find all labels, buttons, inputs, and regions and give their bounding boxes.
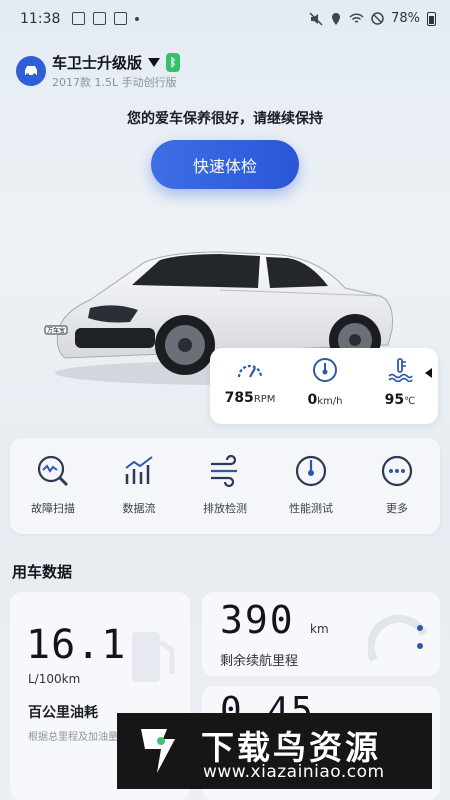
tool-label: 故障扫描 xyxy=(31,502,75,515)
gauge-coolant: 95℃ xyxy=(365,358,435,408)
fuel-description: 根据总里程及加油量 xyxy=(28,732,118,743)
range-unit: km xyxy=(310,622,329,636)
coolant-value: 95 xyxy=(384,392,405,408)
car-avatar[interactable] xyxy=(16,56,46,86)
quick-check-button[interactable]: 快速体检 xyxy=(151,140,299,189)
gauge-speed: 0km/h xyxy=(290,358,360,408)
location-icon xyxy=(332,12,341,25)
dropdown-triangle-icon xyxy=(148,58,161,67)
app-icon xyxy=(93,12,106,25)
watermark-url: www.xiazainiao.com xyxy=(203,762,385,782)
dnd-icon xyxy=(371,12,384,25)
tools-panel: 故障扫描 数据流 排放检测 性能测试 更多 xyxy=(10,438,440,534)
range-card[interactable]: 390 km 剩余续航里程 xyxy=(202,592,440,676)
car-model: 2017款 1.5L 手动创行版 xyxy=(52,76,177,89)
tool-label: 排放检测 xyxy=(203,502,247,515)
plate-text: 万车宝 xyxy=(47,327,65,335)
rpm-unit: RPM xyxy=(253,394,276,405)
tool-more[interactable]: 更多 xyxy=(354,454,440,516)
battery-icon xyxy=(427,11,436,26)
tool-label: 性能测试 xyxy=(289,502,333,515)
mute-icon xyxy=(309,11,323,26)
wifi-icon xyxy=(349,12,364,23)
rpm-value: 785 xyxy=(224,390,254,406)
range-gauge-icon xyxy=(368,614,428,662)
tool-fault-scan[interactable]: 故障扫描 xyxy=(10,454,96,516)
emission-icon xyxy=(211,454,237,488)
battery-percent: 78% xyxy=(391,11,420,26)
bluetooth-icon[interactable]: ᛒ xyxy=(166,53,181,72)
car-icon xyxy=(25,66,37,77)
tool-performance[interactable]: 性能测试 xyxy=(268,454,354,516)
health-message: 您的爱车保养很好，请继续保持 xyxy=(127,111,323,127)
notification-dot-icon xyxy=(135,16,139,21)
tool-data-stream[interactable]: 数据流 xyxy=(96,454,182,516)
status-bar: 11:38 78% xyxy=(0,0,450,40)
speed-value: 0 xyxy=(307,392,318,408)
performance-icon xyxy=(295,455,327,487)
gauge-rpm: 785RPM xyxy=(215,358,285,406)
car-selector[interactable]: 车卫士升级版 ᛒ xyxy=(52,52,181,73)
coolant-temp-icon xyxy=(388,358,413,383)
range-title: 剩余续航里程 xyxy=(220,654,299,669)
tachometer-icon xyxy=(237,364,263,378)
tool-label: 数据流 xyxy=(122,502,156,515)
calendar-icon xyxy=(114,12,127,25)
fuel-value: 16.1 xyxy=(26,622,127,668)
fuel-unit: L/100km xyxy=(28,672,81,686)
more-icon xyxy=(381,455,413,487)
range-value: 390 xyxy=(220,598,295,642)
collapse-arrow-icon[interactable] xyxy=(425,368,432,378)
data-stream-icon xyxy=(125,456,153,484)
bird-logo-icon xyxy=(141,729,175,773)
coolant-unit: ℃ xyxy=(404,396,416,407)
tool-emission[interactable]: 排放检测 xyxy=(182,454,268,516)
status-time: 11:38 xyxy=(20,11,61,27)
fuel-pump-icon xyxy=(132,632,175,682)
watermark-banner: 下载鸟资源 www.xiazainiao.com xyxy=(117,713,432,789)
speed-unit: km/h xyxy=(317,396,343,407)
tool-label: 更多 xyxy=(386,502,408,515)
speedometer-icon xyxy=(313,358,337,382)
gallery-icon xyxy=(72,12,85,25)
fuel-title: 百公里油耗 xyxy=(28,705,98,721)
fault-scan-icon xyxy=(37,455,69,487)
car-name: 车卫士升级版 xyxy=(52,54,143,72)
gauges-card[interactable]: 785RPM 0km/h 95℃ xyxy=(210,348,438,424)
section-title: 用车数据 xyxy=(12,563,73,581)
